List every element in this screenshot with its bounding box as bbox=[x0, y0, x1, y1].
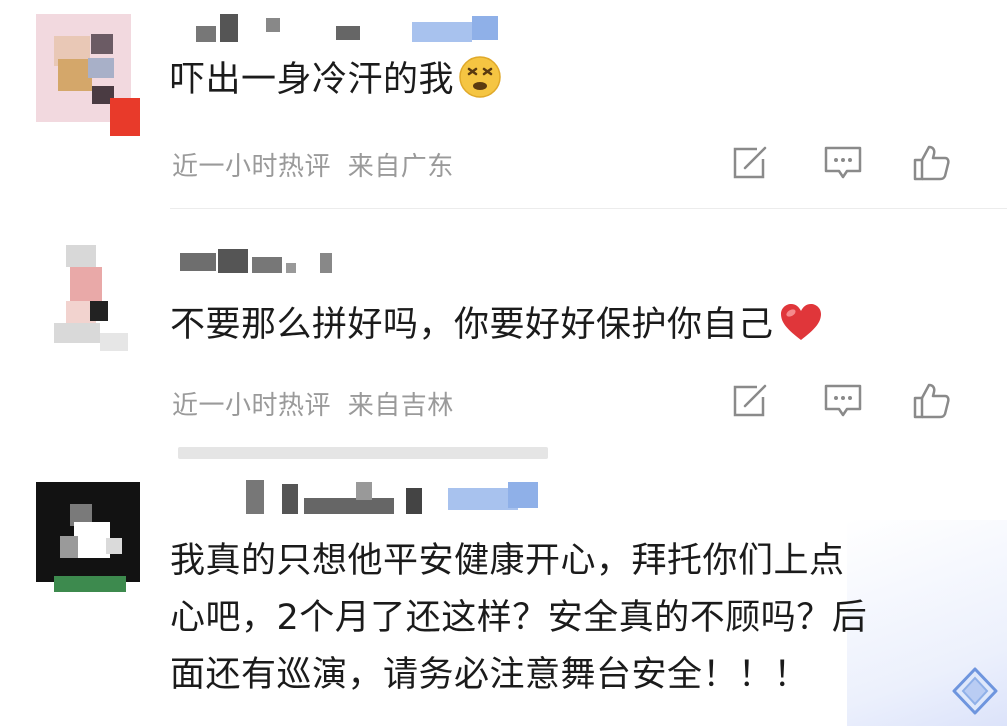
thumbs-up-icon[interactable] bbox=[909, 143, 953, 183]
comment-text-line: 心吧，2个月了还这样？安全真的不顾吗？后 bbox=[170, 598, 868, 638]
comment-meta: 近一小时热评 来自广东 bbox=[172, 146, 454, 183]
username-blurred[interactable] bbox=[180, 249, 380, 273]
avatar[interactable] bbox=[36, 245, 146, 355]
comment-text-line: 我真的只想他平安健康开心，拜托你们上点 bbox=[170, 541, 845, 581]
thumbs-up-icon[interactable] bbox=[909, 381, 953, 421]
avatar[interactable] bbox=[36, 482, 146, 592]
comment-actions bbox=[729, 381, 989, 421]
comment-location: 来自吉林 bbox=[347, 391, 454, 421]
comment-item-1: 吓出一身冷汗的我 近一小时热评 来自广东 bbox=[0, 0, 1007, 215]
comment-icon[interactable] bbox=[821, 143, 865, 183]
username-blurred[interactable] bbox=[246, 478, 546, 514]
diamond-badge-icon bbox=[950, 666, 1000, 716]
comment-icon[interactable] bbox=[821, 381, 865, 421]
username-blurred[interactable] bbox=[196, 14, 516, 42]
avatar[interactable] bbox=[36, 14, 146, 136]
comment-item-3: 我真的只想他平安健康开心，拜托你们上点 心吧，2个月了还这样？安全真的不顾吗？后… bbox=[0, 470, 1007, 726]
comment-text: 吓出一身冷汗的我 bbox=[170, 55, 977, 113]
comment-time: 近一小时热评 bbox=[172, 152, 332, 182]
edit-icon[interactable] bbox=[729, 381, 773, 421]
comment-meta: 近一小时热评 来自吉林 bbox=[172, 385, 454, 422]
comment-location: 来自广东 bbox=[347, 152, 454, 182]
divider bbox=[170, 208, 1007, 209]
comment-text-line: 面还有巡演，请务必注意舞台安全！！！ bbox=[170, 655, 810, 695]
comment-item-2: 不要那么拼好吗，你要好好保护你自己 近一小时热评 来自吉林 bbox=[0, 215, 1007, 445]
comment-actions bbox=[729, 143, 989, 183]
comment-text: 不要那么拼好吗，你要好好保护你自己 bbox=[170, 300, 977, 358]
edit-icon[interactable] bbox=[729, 143, 773, 183]
comment-text: 我真的只想他平安健康开心，拜托你们上点 心吧，2个月了还这样？安全真的不顾吗？后… bbox=[170, 536, 977, 700]
red-heart-emoji bbox=[778, 302, 824, 358]
dizzy-face-emoji bbox=[458, 55, 502, 113]
quote-strip-blurred bbox=[178, 447, 548, 459]
comment-time: 近一小时热评 bbox=[172, 391, 332, 421]
